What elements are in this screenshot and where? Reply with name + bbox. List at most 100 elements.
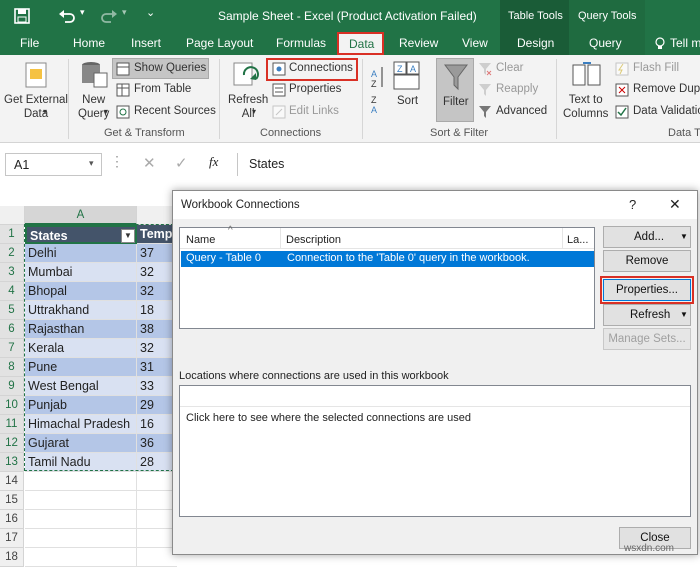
clear-button[interactable]: Clear <box>496 62 523 74</box>
locations-hint[interactable]: Click here to see where the selected con… <box>186 412 471 424</box>
table-cell[interactable]: 31 <box>137 358 177 377</box>
name-box[interactable]: A1 ▾ <box>5 153 102 176</box>
table-cell[interactable]: 28 <box>137 453 177 472</box>
tab-query[interactable]: Query <box>589 36 622 50</box>
column-header-a[interactable]: A <box>25 206 137 225</box>
table-row[interactable]: Rajasthan <box>25 320 137 339</box>
table-row[interactable]: Himachal Pradesh <box>25 415 137 434</box>
row-header[interactable]: 11 <box>0 415 24 434</box>
row-header[interactable]: 9 <box>0 377 24 396</box>
table-cell[interactable]: 18 <box>137 301 177 320</box>
row-header[interactable]: 3 <box>0 263 24 282</box>
cancel-icon[interactable]: ✕ <box>143 154 156 172</box>
row-header[interactable]: 6 <box>0 320 24 339</box>
recent-sources-button[interactable]: Recent Sources <box>134 105 216 117</box>
table-row[interactable]: Bhopal <box>25 282 137 301</box>
edit-links-button[interactable]: Edit Links <box>289 105 339 117</box>
get-external-data-button[interactable]: Get External Data <box>4 93 68 121</box>
empty-cell[interactable] <box>25 472 137 491</box>
empty-cell[interactable] <box>137 510 177 529</box>
table-cell[interactable]: 33 <box>137 377 177 396</box>
cell-b1-header[interactable]: Temp <box>137 225 177 244</box>
advanced-button[interactable]: Advanced <box>496 105 547 117</box>
column-name[interactable]: Name <box>186 234 215 246</box>
column-header-b[interactable] <box>137 206 177 225</box>
table-row[interactable]: West Bengal <box>25 377 137 396</box>
help-button[interactable]: ? <box>629 197 636 212</box>
column-last-refreshed[interactable]: La... <box>567 234 588 246</box>
row-header[interactable]: 14 <box>0 472 24 491</box>
table-row[interactable]: Kerala <box>25 339 137 358</box>
customize-qat-icon[interactable]: ⌄ <box>146 6 155 19</box>
table-row[interactable]: Gujarat <box>25 434 137 453</box>
row-header[interactable]: 16 <box>0 510 24 529</box>
sort-az-icon[interactable]: AZZA <box>369 65 387 115</box>
tab-home[interactable]: Home <box>73 36 105 50</box>
row-header[interactable]: 10 <box>0 396 24 415</box>
row-header[interactable]: 4 <box>0 282 24 301</box>
add-button[interactable]: Add... ▼ <box>603 226 691 248</box>
flash-fill-button[interactable]: Flash Fill <box>633 62 679 74</box>
empty-cell[interactable] <box>25 510 137 529</box>
from-table-button[interactable]: From Table <box>134 83 191 95</box>
row-header[interactable]: 2 <box>0 244 24 263</box>
tab-formulas[interactable]: Formulas <box>276 36 326 50</box>
empty-cell[interactable] <box>25 529 137 548</box>
select-all-corner[interactable] <box>0 206 25 225</box>
remove-duplicates-button[interactable]: Remove Dupl <box>633 83 700 95</box>
table-cell[interactable]: 36 <box>137 434 177 453</box>
table-cell[interactable]: 32 <box>137 282 177 301</box>
row-header[interactable]: 7 <box>0 339 24 358</box>
tab-review[interactable]: Review <box>399 36 438 50</box>
filter-button[interactable]: Filter <box>436 58 474 122</box>
table-cell[interactable]: 38 <box>137 320 177 339</box>
table-row[interactable]: Tamil Nadu <box>25 453 137 472</box>
show-queries-button[interactable]: Show Queries <box>112 58 209 79</box>
text-to-columns-button[interactable]: Text to Columns <box>563 93 608 121</box>
column-description[interactable]: Description <box>286 234 341 246</box>
empty-cell[interactable] <box>25 491 137 510</box>
empty-cell[interactable] <box>137 491 177 510</box>
redo-dropdown-icon[interactable]: ▾ <box>122 7 127 18</box>
empty-cell[interactable] <box>137 472 177 491</box>
row-header[interactable]: 13 <box>0 453 24 472</box>
undo-dropdown-icon[interactable]: ▾ <box>80 7 85 18</box>
row-header[interactable]: 8 <box>0 358 24 377</box>
empty-cell[interactable] <box>137 529 177 548</box>
refresh-all-button[interactable]: Refresh All <box>228 93 268 121</box>
cell-a1-header[interactable]: States ▼ <box>25 225 137 244</box>
save-icon[interactable] <box>14 8 30 24</box>
reapply-button[interactable]: Reapply <box>496 83 538 95</box>
tab-design[interactable]: Design <box>517 36 554 50</box>
tab-page-layout[interactable]: Page Layout <box>186 36 253 50</box>
manage-sets-button[interactable]: Manage Sets... <box>603 328 691 350</box>
enter-check-icon[interactable]: ✓ <box>175 154 188 172</box>
row-header[interactable]: 1 <box>0 225 24 244</box>
insert-function-icon[interactable]: fx <box>209 154 218 170</box>
properties-button[interactable]: Properties <box>289 83 341 95</box>
locations-list[interactable]: Click here to see where the selected con… <box>179 385 691 517</box>
close-icon[interactable]: ✕ <box>669 196 681 213</box>
table-row[interactable]: Punjab <box>25 396 137 415</box>
row-header[interactable]: 18 <box>0 548 24 567</box>
redo-icon[interactable] <box>100 8 118 24</box>
filter-dropdown-icon[interactable]: ▼ <box>121 229 135 243</box>
row-header[interactable]: 15 <box>0 491 24 510</box>
tab-data-active[interactable]: Data <box>337 32 384 55</box>
table-cell[interactable]: 32 <box>137 263 177 282</box>
empty-cell[interactable] <box>25 548 137 567</box>
remove-button[interactable]: Remove <box>603 250 691 272</box>
list-item[interactable]: Query - Table 0 Connection to the 'Table… <box>181 251 594 267</box>
formula-input[interactable]: States <box>237 153 700 176</box>
connections-list[interactable]: Name ^ Description La... Query - Table 0… <box>179 225 595 329</box>
row-header[interactable]: 12 <box>0 434 24 453</box>
tell-me-box[interactable]: Tell m <box>670 36 700 50</box>
table-row[interactable]: Uttrakhand <box>25 301 137 320</box>
sort-button[interactable]: Sort <box>397 95 418 107</box>
table-row[interactable]: Delhi <box>25 244 137 263</box>
table-row[interactable]: Pune <box>25 358 137 377</box>
table-cell[interactable]: 32 <box>137 339 177 358</box>
row-header[interactable]: 17 <box>0 529 24 548</box>
row-header[interactable]: 5 <box>0 301 24 320</box>
tab-view[interactable]: View <box>462 36 488 50</box>
